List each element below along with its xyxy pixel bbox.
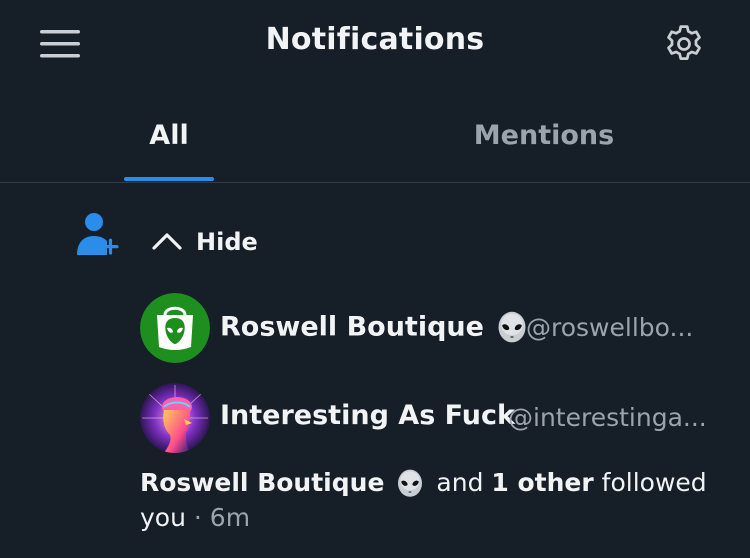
object-text: you: [140, 503, 186, 532]
follower-name-text: Roswell Boutique: [220, 311, 484, 343]
follower-name: Interesting As Fuck: [220, 400, 515, 431]
notification-summary: Roswell Boutique and 1 other followed you…: [140, 465, 730, 535]
follower-row[interactable]: Interesting As Fuck @interestinga...: [140, 383, 750, 455]
app-header: Notifications: [0, 0, 750, 90]
gear-icon: [667, 25, 701, 61]
action-text: followed: [601, 468, 707, 497]
tab-bar: All Mentions: [0, 90, 750, 183]
connector-text: and: [436, 468, 484, 497]
tab-mentions-label: Mentions: [473, 120, 615, 151]
avatar[interactable]: [140, 383, 210, 453]
neon-brain-head-art: [140, 383, 210, 453]
tab-mentions[interactable]: Mentions: [338, 90, 750, 182]
settings-button[interactable]: [660, 22, 708, 66]
tab-all[interactable]: All: [0, 90, 338, 182]
follow-person-plus-icon: [74, 209, 122, 257]
alien-emoji-icon: [494, 310, 530, 346]
others-count[interactable]: 1 other: [491, 468, 593, 497]
separator-dot: ·: [193, 503, 202, 532]
page-title: Notifications: [265, 22, 485, 57]
active-tab-indicator: [124, 177, 214, 181]
alien-emoji-icon: [394, 468, 426, 500]
green-shopping-bag-alien-logo: [140, 293, 210, 363]
timestamp: 6m: [209, 503, 251, 532]
follower-row[interactable]: Roswell Boutique @roswellbo...: [140, 293, 750, 365]
avatar[interactable]: [140, 293, 210, 363]
tab-all-label: All: [149, 120, 189, 151]
follower-handle: @roswellbo...: [526, 313, 694, 342]
follower-handle: @interestinga...: [508, 403, 707, 432]
chevron-up-icon: [152, 233, 182, 250]
follow-notification[interactable]: Hide Roswell Boutique @roswellbo... Inte…: [0, 183, 750, 558]
hide-label: Hide: [196, 228, 258, 256]
follower-name: Roswell Boutique: [220, 310, 530, 346]
actor-name[interactable]: Roswell Boutique: [140, 468, 384, 497]
